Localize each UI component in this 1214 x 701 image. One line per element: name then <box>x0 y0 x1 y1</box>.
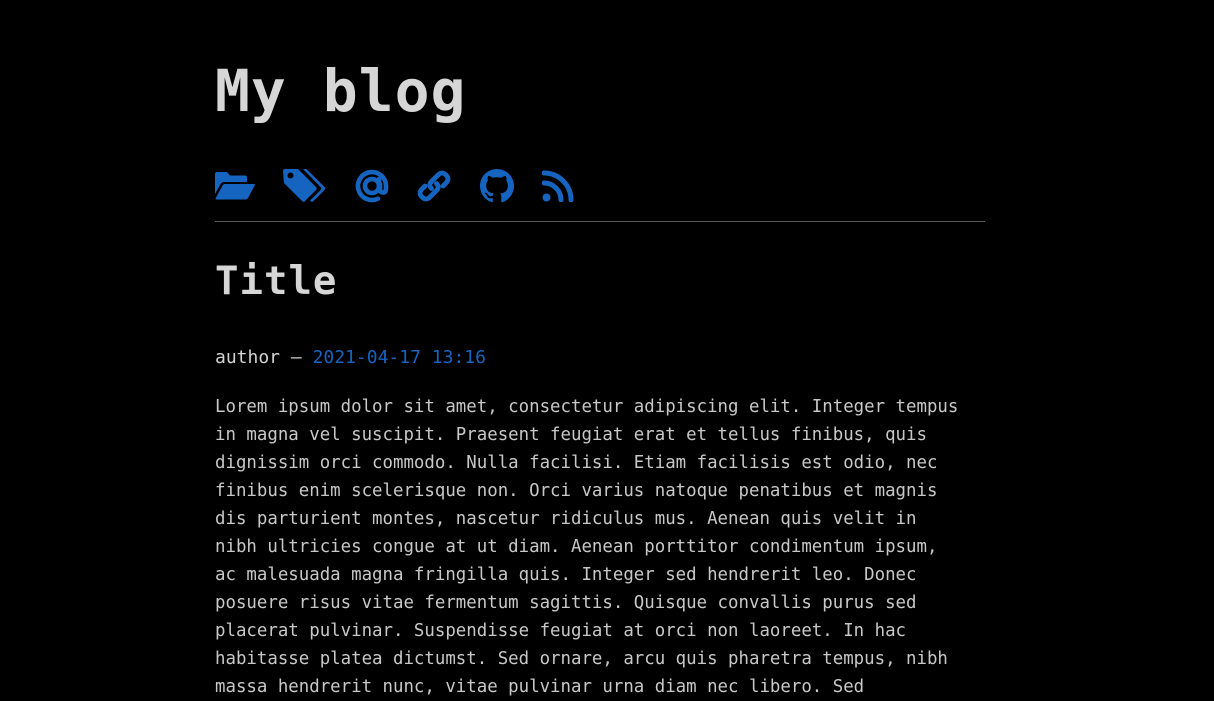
post-body: Lorem ipsum dolor sit amet, consectetur … <box>215 393 995 701</box>
categories-link[interactable] <box>215 166 255 206</box>
rss-link[interactable] <box>542 166 574 206</box>
github-icon <box>480 169 514 203</box>
folder-open-icon <box>215 172 255 200</box>
body-line: in magna vel suscipit. Praesent feugiat … <box>215 425 927 445</box>
body-line: posuere risus vitae fermentum sagittis. … <box>215 593 917 613</box>
tags-icon <box>283 169 326 202</box>
link-icon <box>417 170 451 202</box>
body-line: dignissim orci commodo. Nulla facilisi. … <box>215 453 938 473</box>
site-title[interactable]: My blog <box>215 56 466 126</box>
github-link[interactable] <box>480 166 514 206</box>
post-meta: author — 2021-04-17 13:16 <box>215 346 486 370</box>
site-nav <box>215 166 574 206</box>
body-line: nibh ultricies congue at ut diam. Aenean… <box>215 537 938 557</box>
at-icon <box>355 169 389 203</box>
contact-link[interactable] <box>354 166 390 206</box>
body-line: ac malesuada magna fringilla quis. Integ… <box>215 565 917 585</box>
post-date[interactable]: 2021-04-17 13:16 <box>313 347 486 368</box>
tags-link[interactable] <box>283 166 327 206</box>
body-line: Lorem ipsum dolor sit amet, consectetur … <box>215 397 959 417</box>
header-divider <box>215 221 985 222</box>
body-line: dis parturient montes, nascetur ridiculu… <box>215 509 917 529</box>
body-line: massa hendrerit nunc, vitae pulvinar urn… <box>215 677 865 697</box>
post-title[interactable]: Title <box>215 258 337 306</box>
body-line: finibus enim scelerisque non. Orci variu… <box>215 481 938 501</box>
post-author: author <box>215 347 281 368</box>
body-line: placerat pulvinar. Suspendisse feugiat a… <box>215 621 907 641</box>
meta-separator: — <box>290 347 302 368</box>
rss-icon <box>542 170 574 202</box>
body-line: habitasse platea dictumst. Sed ornare, a… <box>215 649 948 669</box>
links-link[interactable] <box>416 166 452 206</box>
